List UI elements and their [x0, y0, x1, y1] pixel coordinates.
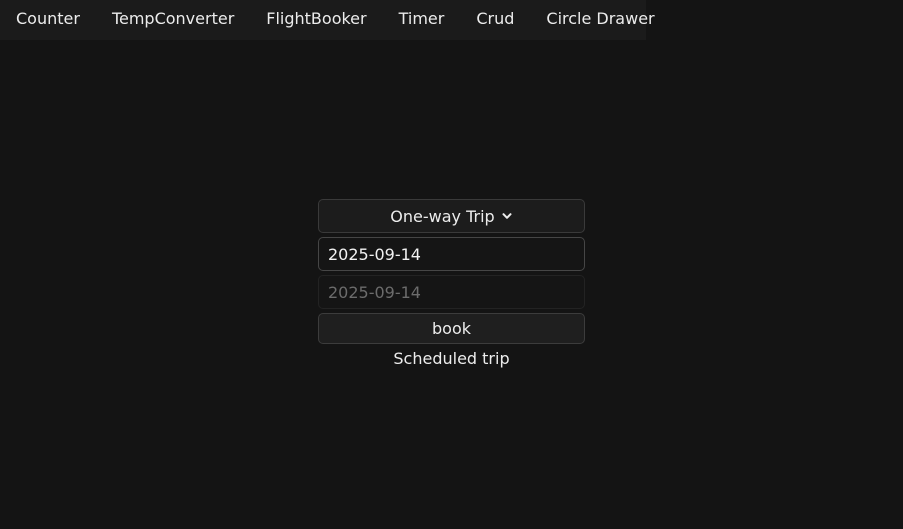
- return-date-input: 2025-09-14: [318, 275, 585, 309]
- flight-booker-form: One-way Trip 2025-09-14 2025-09-14 book …: [318, 199, 585, 368]
- tab-bar: Counter TempConverter FlightBooker Timer…: [0, 0, 655, 40]
- tab-counter[interactable]: Counter: [0, 0, 96, 40]
- tab-circle-drawer[interactable]: Circle Drawer: [530, 0, 670, 40]
- trip-type-select[interactable]: One-way Trip: [318, 199, 585, 233]
- departure-date-value: 2025-09-14: [328, 244, 421, 264]
- tab-tempconverter[interactable]: TempConverter: [96, 0, 250, 40]
- chevron-down-icon: [502, 213, 512, 219]
- departure-date-input[interactable]: 2025-09-14: [318, 237, 585, 271]
- trip-type-label: One-way Trip: [390, 206, 495, 226]
- tab-timer[interactable]: Timer: [383, 0, 461, 40]
- tab-crud[interactable]: Crud: [460, 0, 530, 40]
- book-button-label: book: [432, 319, 471, 338]
- tab-flightbooker[interactable]: FlightBooker: [250, 0, 382, 40]
- book-button[interactable]: book: [318, 313, 585, 344]
- return-date-value: 2025-09-14: [328, 282, 421, 302]
- status-text: Scheduled trip: [393, 349, 510, 368]
